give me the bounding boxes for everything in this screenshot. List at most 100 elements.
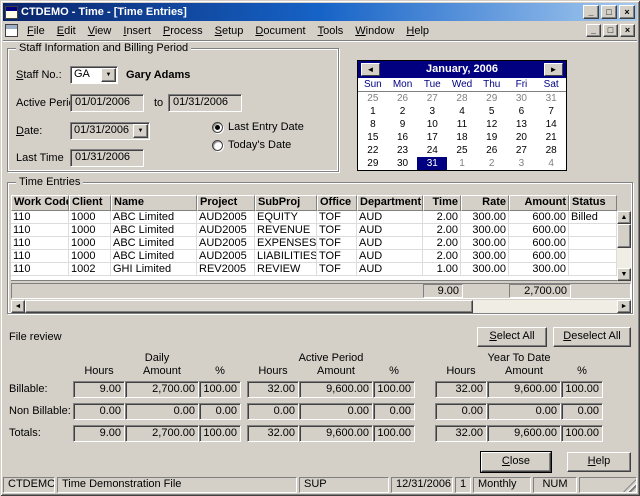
mdi-restore-button[interactable]: □ — [603, 24, 618, 37]
calendar-day[interactable]: 27 — [507, 144, 537, 157]
table-row[interactable]: 1101002GHI LimitedREV2005REVIEWTOFAUD1.0… — [11, 263, 617, 276]
calendar-day[interactable]: 4 — [447, 105, 477, 118]
column-header-subproj[interactable]: SubProj — [255, 195, 317, 211]
calendar-day[interactable]: 20 — [507, 131, 537, 144]
mdi-child-icon[interactable] — [5, 24, 18, 37]
calendar-day[interactable]: 3 — [417, 105, 447, 118]
menu-item-tools[interactable]: Tools — [312, 23, 350, 39]
calendar-day[interactable]: 27 — [417, 92, 447, 105]
calendar-day[interactable]: 15 — [358, 131, 388, 144]
menu-item-view[interactable]: View — [82, 23, 118, 39]
calendar-day[interactable]: 5 — [477, 105, 507, 118]
calendar-day[interactable]: 26 — [477, 144, 507, 157]
calendar-day[interactable]: 30 — [507, 92, 537, 105]
calendar-day[interactable]: 17 — [417, 131, 447, 144]
radio-last-entry-date[interactable]: Last Entry Date — [212, 121, 304, 133]
column-header-status[interactable]: Status — [569, 195, 617, 211]
calendar-day[interactable]: 18 — [447, 131, 477, 144]
calendar-day[interactable]: 24 — [417, 144, 447, 157]
calendar-day[interactable]: 29 — [358, 157, 388, 170]
menu-item-insert[interactable]: Insert — [117, 23, 157, 39]
menu-item-file[interactable]: File — [21, 23, 51, 39]
calendar-day[interactable]: 1 — [447, 157, 477, 170]
mdi-close-button[interactable]: × — [620, 24, 635, 37]
horizontal-scroll-thumb[interactable] — [25, 300, 473, 313]
deselect-all-button[interactable]: Deselect All — [553, 327, 631, 347]
calendar-day[interactable]: 31 — [417, 157, 447, 170]
table-row[interactable]: 1101000ABC LimitedAUD2005EXPENSESTOFAUD2… — [11, 237, 617, 250]
calendar-day[interactable]: 30 — [388, 157, 418, 170]
calendar-day[interactable]: 3 — [507, 157, 537, 170]
calendar-day[interactable]: 19 — [477, 131, 507, 144]
calendar-next-month-button[interactable]: ► — [544, 63, 563, 76]
column-header-amount[interactable]: Amount — [509, 195, 569, 211]
resize-grip-icon[interactable] — [623, 479, 636, 492]
column-header-rate[interactable]: Rate — [461, 195, 509, 211]
calendar-day[interactable]: 28 — [536, 144, 566, 157]
column-header-project[interactable]: Project — [197, 195, 255, 211]
close-window-button[interactable]: × — [619, 5, 635, 19]
scroll-right-icon[interactable]: ► — [617, 300, 631, 313]
scroll-down-icon[interactable]: ▼ — [617, 268, 631, 281]
staff-no-combobox[interactable]: GA ▼ — [70, 66, 118, 84]
calendar-day[interactable]: 25 — [447, 144, 477, 157]
column-header-name[interactable]: Name — [111, 195, 197, 211]
radio-todays-date[interactable]: Today's Date — [212, 139, 291, 151]
menu-item-help[interactable]: Help — [400, 23, 435, 39]
calendar-day[interactable]: 9 — [388, 118, 418, 131]
radio-last-entry-icon[interactable] — [212, 122, 223, 133]
column-header-office[interactable]: Office — [317, 195, 357, 211]
calendar-day[interactable]: 21 — [536, 131, 566, 144]
calendar-day[interactable]: 10 — [417, 118, 447, 131]
calendar-day[interactable]: 26 — [388, 92, 418, 105]
minimize-button[interactable]: _ — [583, 5, 599, 19]
calendar-day[interactable]: 16 — [388, 131, 418, 144]
close-button[interactable]: Close — [481, 452, 551, 472]
calendar-day[interactable]: 28 — [447, 92, 477, 105]
column-header-time[interactable]: Time — [423, 195, 461, 211]
help-button[interactable]: Help — [567, 452, 631, 472]
staff-no-dropdown-icon[interactable]: ▼ — [101, 68, 116, 82]
mdi-minimize-button[interactable]: _ — [586, 24, 601, 37]
menu-item-edit[interactable]: Edit — [51, 23, 82, 39]
calendar-day[interactable]: 31 — [536, 92, 566, 105]
scroll-up-icon[interactable]: ▲ — [617, 211, 631, 224]
calendar-prev-month-button[interactable]: ◄ — [361, 63, 380, 76]
calendar-day[interactable]: 4 — [536, 157, 566, 170]
calendar-day[interactable]: 23 — [388, 144, 418, 157]
calendar-day[interactable]: 25 — [358, 92, 388, 105]
table-row[interactable]: 1101000ABC LimitedAUD2005LIABILITIESTOFA… — [11, 250, 617, 263]
menu-item-document[interactable]: Document — [249, 23, 311, 39]
calendar-day[interactable]: 8 — [358, 118, 388, 131]
menu-item-setup[interactable]: Setup — [209, 23, 250, 39]
calendar-day[interactable]: 6 — [507, 105, 537, 118]
calendar-day[interactable]: 14 — [536, 118, 566, 131]
calendar-day[interactable]: 1 — [358, 105, 388, 118]
calendar-day[interactable]: 13 — [507, 118, 537, 131]
date-combobox[interactable]: 01/31/2006 ▼ — [70, 122, 150, 140]
table-row[interactable]: 1101000ABC LimitedAUD2005REVENUETOFAUD2.… — [11, 224, 617, 237]
calendar-day[interactable]: 2 — [477, 157, 507, 170]
table-cell: 1.00 — [423, 263, 461, 276]
date-dropdown-icon[interactable]: ▼ — [133, 124, 148, 138]
column-header-client[interactable]: Client — [69, 195, 111, 211]
column-header-department[interactable]: Department — [357, 195, 423, 211]
scroll-left-icon[interactable]: ◄ — [11, 300, 25, 313]
calendar-day[interactable]: 11 — [447, 118, 477, 131]
vertical-scroll-thumb[interactable] — [617, 224, 631, 248]
select-all-button[interactable]: Select All — [477, 327, 547, 347]
calendar-day[interactable]: 7 — [536, 105, 566, 118]
calendar-day[interactable]: 2 — [388, 105, 418, 118]
calendar-day[interactable]: 29 — [477, 92, 507, 105]
vertical-scrollbar[interactable]: ▲ ▼ — [617, 211, 631, 281]
app-icon[interactable] — [5, 6, 18, 19]
menu-item-process[interactable]: Process — [157, 23, 209, 39]
table-row[interactable]: 1101000ABC LimitedAUD2005EQUITYTOFAUD2.0… — [11, 211, 617, 224]
horizontal-scrollbar[interactable]: ◄ ► — [11, 300, 631, 313]
column-header-work-code[interactable]: Work Code — [11, 195, 69, 211]
calendar-day[interactable]: 22 — [358, 144, 388, 157]
radio-today-icon[interactable] — [212, 140, 223, 151]
menu-item-window[interactable]: Window — [349, 23, 400, 39]
calendar-day[interactable]: 12 — [477, 118, 507, 131]
maximize-button[interactable]: □ — [601, 5, 617, 19]
